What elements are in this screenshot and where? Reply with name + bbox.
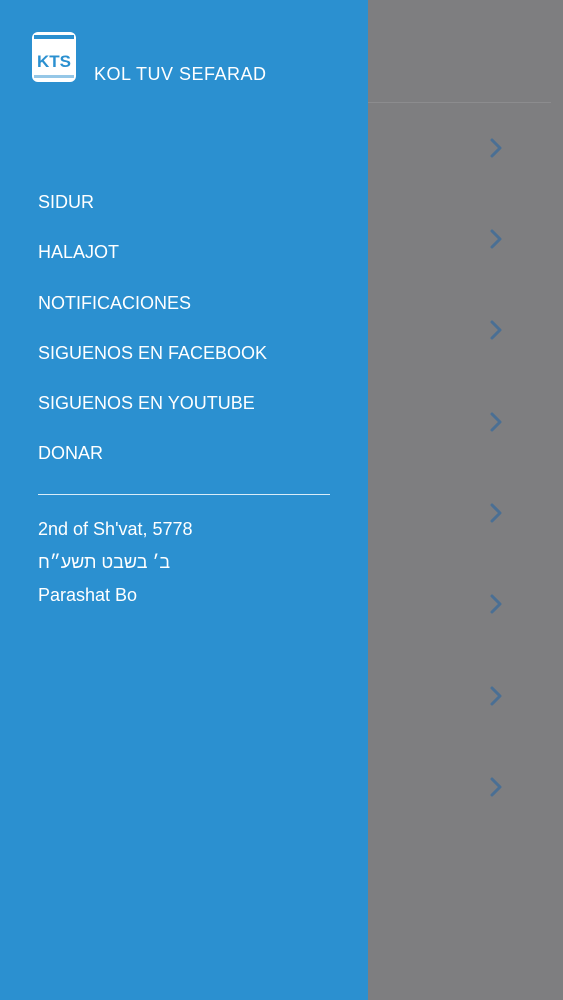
chevron-right-icon[interactable]	[486, 775, 506, 799]
svg-text:KTS: KTS	[37, 52, 71, 71]
chevron-right-icon[interactable]	[486, 136, 506, 160]
hebrew-date: ב׳ בשבט תשע״ח	[38, 552, 171, 572]
menu-item-notificaciones[interactable]: NOTIFICACIONES	[38, 288, 267, 338]
app-title: KOL TUV SEFARAD	[94, 64, 267, 84]
chevron-right-icon[interactable]	[486, 410, 506, 434]
menu-item-facebook[interactable]: SIGUENOS EN FACEBOOK	[38, 338, 267, 388]
menu-item-label: SIDUR	[38, 192, 95, 212]
parasha-label: Parashat Bo	[38, 585, 138, 605]
date-info: 2nd of Sh'vat, 5778 ב׳ בשבט תשע״ח Parash…	[38, 519, 193, 618]
chevron-right-icon[interactable]	[486, 592, 506, 616]
menu-item-donar[interactable]: DONAR	[38, 438, 267, 488]
menu-item-label: DONAR	[38, 443, 104, 464]
app-screen: KTS KOL TUV SEFARAD SIDUR HALAJOT NOTIFI…	[0, 0, 563, 1000]
menu-item-sidur[interactable]: SIDUR	[38, 187, 267, 237]
book-logo-icon: KTS	[31, 31, 77, 83]
menu-divider	[38, 494, 330, 495]
drawer-menu: SIDUR HALAJOT NOTIFICACIONES SIGUENOS EN…	[38, 187, 267, 489]
side-drawer: KTS KOL TUV SEFARAD SIDUR HALAJOT NOTIFI…	[0, 0, 368, 1000]
header-divider	[368, 102, 551, 103]
menu-item-halajot[interactable]: HALAJOT	[38, 237, 267, 287]
background-list[interactable]	[368, 0, 563, 1000]
chevron-right-icon[interactable]	[486, 318, 506, 342]
menu-item-youtube[interactable]: SIGUENOS EN YOUTUBE	[38, 388, 267, 438]
menu-item-label: HALAJOT	[38, 242, 120, 263]
gregorian-hebrew-date: 2nd of Sh'vat, 5778	[38, 519, 193, 539]
chevron-right-icon[interactable]	[486, 227, 506, 251]
menu-item-label: SIGUENOS EN YOUTUBE	[38, 393, 255, 414]
menu-item-label: NOTIFICACIONES	[38, 292, 192, 313]
menu-item-label: SIGUENOS EN FACEBOOK	[38, 342, 268, 363]
chevron-right-icon[interactable]	[486, 501, 506, 525]
chevron-right-icon[interactable]	[486, 684, 506, 708]
